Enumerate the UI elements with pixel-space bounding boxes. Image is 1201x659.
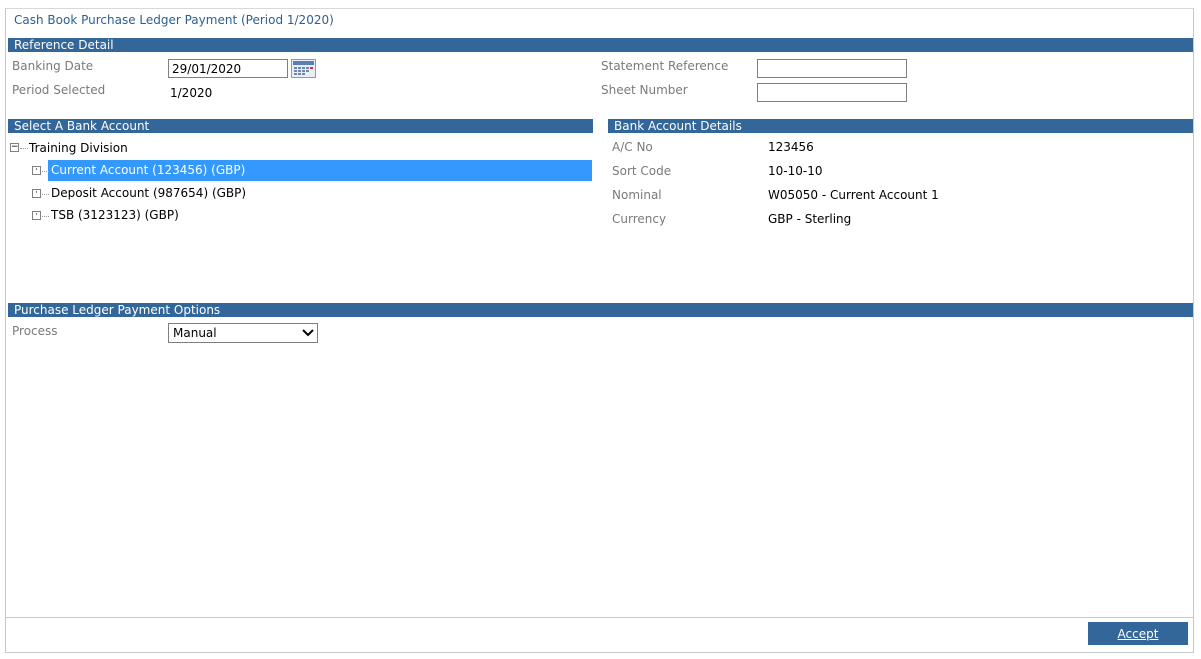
calendar-icon[interactable] xyxy=(291,59,316,78)
ac-no-value: 123456 xyxy=(768,140,814,154)
tree-connector xyxy=(20,148,28,150)
sheet-number-input[interactable] xyxy=(757,83,907,102)
bank-account-details-header: Bank Account Details xyxy=(608,119,1193,133)
statement-reference-label: Statement Reference xyxy=(601,59,729,73)
payment-options-header: Purchase Ledger Payment Options xyxy=(8,303,1193,317)
tree-item-deposit-account[interactable]: Deposit Account (987654) (GBP) xyxy=(51,183,246,203)
process-label: Process xyxy=(12,324,58,338)
sheet-number-label: Sheet Number xyxy=(601,83,688,97)
period-selected-label: Period Selected xyxy=(12,83,106,97)
collapse-icon[interactable]: − xyxy=(10,143,19,152)
banking-date-input[interactable] xyxy=(168,59,288,78)
currency-label: Currency xyxy=(612,212,667,226)
tree-connector xyxy=(42,216,49,218)
tree-node-icon: · xyxy=(32,166,41,175)
process-select-value: Manual xyxy=(173,326,217,340)
chevron-down-icon xyxy=(302,326,314,340)
nominal-value: W05050 - Current Account 1 xyxy=(768,188,939,202)
footer-divider xyxy=(6,617,1193,618)
tree-node-icon: · xyxy=(32,189,41,198)
period-selected-value: 1/2020 xyxy=(170,86,213,100)
tree-node-icon: · xyxy=(32,211,41,220)
process-select[interactable]: Manual xyxy=(168,323,318,343)
sort-code-label: Sort Code xyxy=(612,164,672,178)
ac-no-label: A/C No xyxy=(612,140,653,154)
statement-reference-input[interactable] xyxy=(757,59,907,78)
page-title: Cash Book Purchase Ledger Payment (Perio… xyxy=(14,13,334,27)
reference-detail-header: Reference Detail xyxy=(8,38,1193,52)
accept-button[interactable]: Accept xyxy=(1088,622,1188,645)
currency-value: GBP - Sterling xyxy=(768,212,852,226)
select-bank-account-header: Select A Bank Account xyxy=(8,119,593,133)
sort-code-value: 10-10-10 xyxy=(768,164,823,178)
tree-item-tsb[interactable]: TSB (3123123) (GBP) xyxy=(51,205,179,225)
tree-connector xyxy=(42,194,49,196)
tree-root-training-division[interactable]: Training Division xyxy=(29,138,128,158)
banking-date-label: Banking Date xyxy=(12,59,94,73)
nominal-label: Nominal xyxy=(612,188,662,202)
tree-connector xyxy=(42,171,49,173)
tree-item-current-account[interactable]: Current Account (123456) (GBP) xyxy=(51,160,245,180)
